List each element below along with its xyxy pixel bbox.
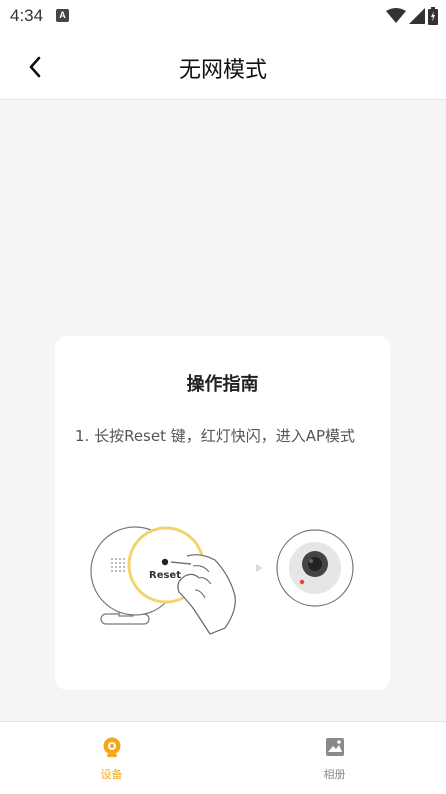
bottom-tabbar: 设备 相册: [0, 721, 446, 794]
tab-device-label: 设备: [100, 768, 123, 781]
image-icon: [324, 736, 346, 758]
camera-icon: [101, 736, 123, 758]
guide-title: 操作指南: [186, 374, 259, 395]
tab-album-label: 相册: [323, 768, 346, 781]
guide-step-text: 1. 长按Reset 键，红灯快闪，进入AP模式: [75, 427, 356, 445]
status-icons: [386, 6, 438, 26]
page-title: 无网模式: [178, 58, 267, 83]
reset-illustration: Reset: [90, 526, 354, 635]
tab-album[interactable]: 相册: [223, 722, 446, 794]
status-time: 4:34: [10, 6, 44, 25]
notification-icon: A: [56, 9, 69, 22]
tab-device[interactable]: 设备: [0, 722, 223, 794]
wifi-icon: [386, 8, 406, 23]
signal-icon: [409, 8, 425, 24]
reset-hole-icon: [161, 558, 169, 566]
reset-label: Reset: [149, 570, 181, 581]
app-header: 无网模式: [0, 32, 446, 100]
guide-card: 操作指南 1. 长按Reset 键，红灯快闪，进入AP模式 Reset: [55, 336, 390, 690]
status-bar: 4:34 A: [0, 0, 446, 32]
battery-icon: [428, 7, 438, 25]
